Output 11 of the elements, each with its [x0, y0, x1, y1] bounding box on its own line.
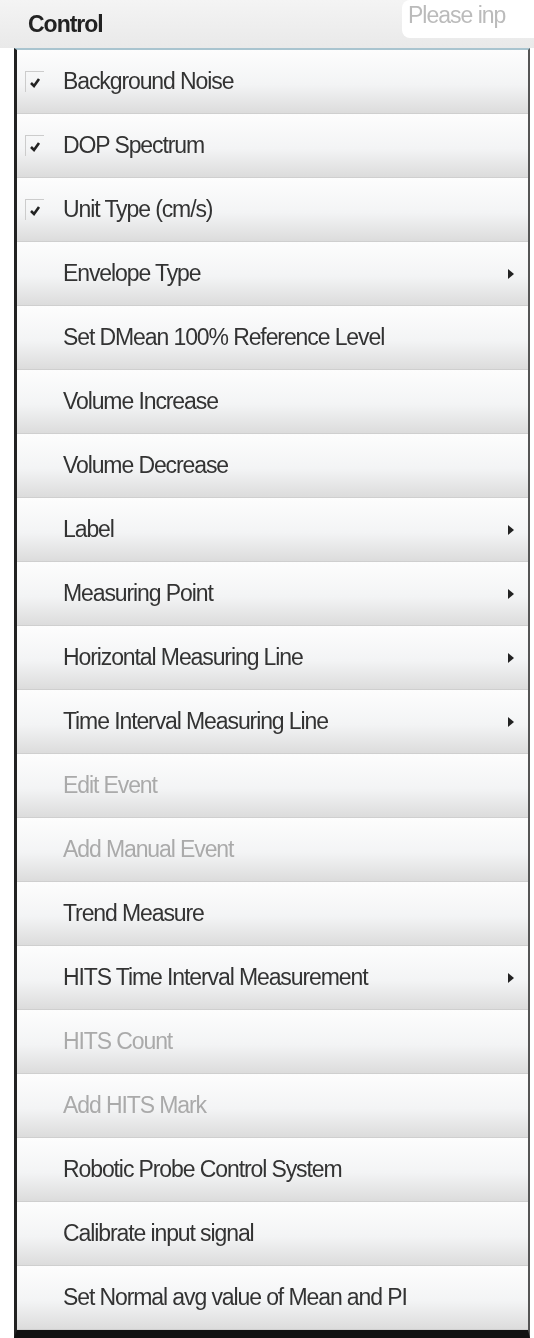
submenu-arrow-icon	[508, 652, 514, 663]
submenu-arrow-icon	[508, 588, 514, 599]
checkbox[interactable]	[25, 70, 44, 92]
submenu-arrow-icon	[508, 716, 514, 727]
menu-title: Control	[27, 10, 103, 38]
checkbox[interactable]	[25, 198, 44, 220]
submenu-arrow-icon	[508, 972, 514, 983]
submenu-arrow-icon	[508, 524, 514, 535]
input-field[interactable]: Please inp	[402, 0, 534, 38]
submenu-arrow-icon	[508, 268, 514, 279]
checkbox[interactable]	[25, 134, 44, 156]
